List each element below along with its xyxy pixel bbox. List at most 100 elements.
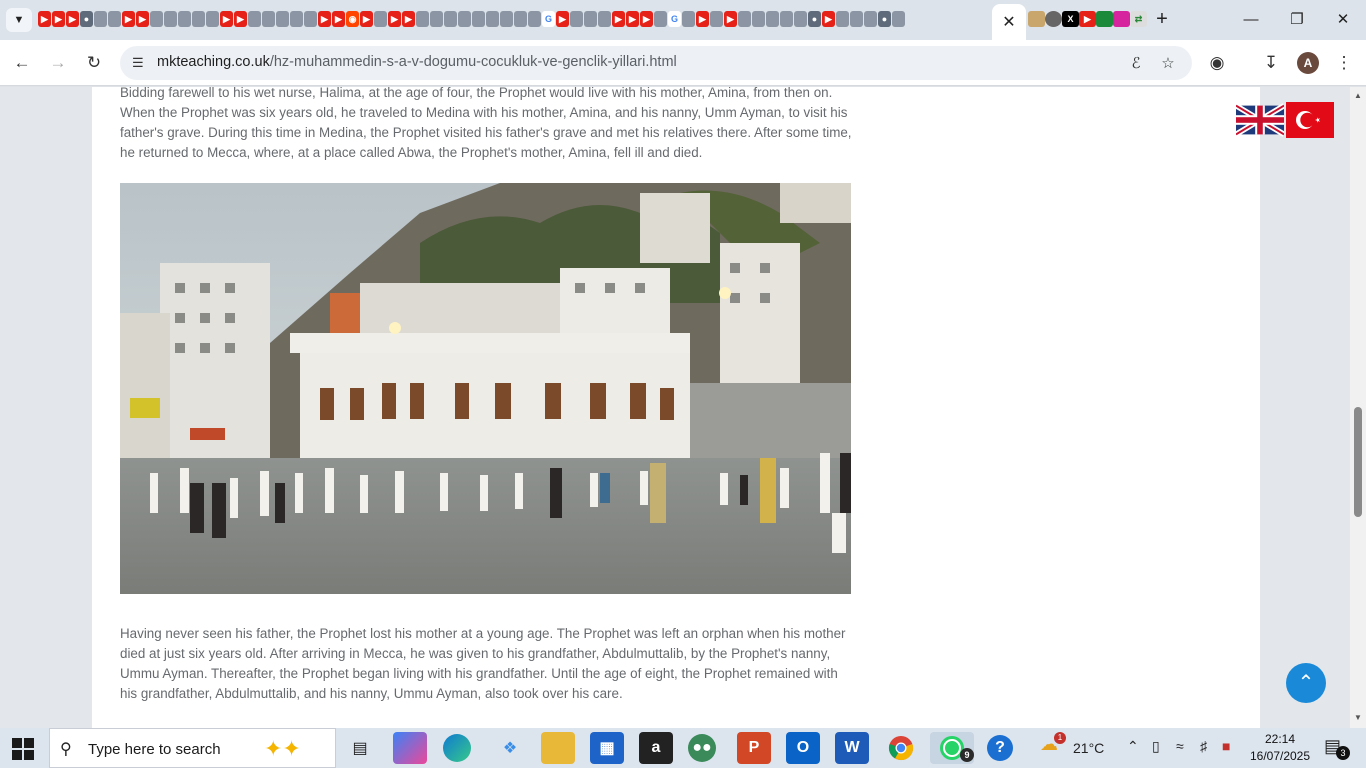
new-tab-button[interactable]: + (1150, 8, 1174, 32)
generic-favicon-icon[interactable] (780, 11, 793, 27)
scroll-to-top-button[interactable]: ⌃ (1286, 663, 1326, 703)
generic-favicon-icon[interactable] (262, 11, 275, 27)
youtube-favicon-icon[interactable]: ▶ (724, 11, 737, 27)
generic-favicon-icon[interactable] (416, 11, 429, 27)
tripadvisor-icon[interactable]: ●● (688, 734, 716, 762)
word-icon[interactable]: W (835, 732, 869, 764)
page-scrollbar[interactable]: ▲ ▼ (1350, 87, 1366, 728)
youtube-favicon-icon[interactable]: ▶ (360, 11, 373, 27)
generic-favicon-icon[interactable] (584, 11, 597, 27)
generic-favicon-icon[interactable] (150, 11, 163, 27)
wifi-icon[interactable]: ≈ (1176, 738, 1184, 754)
site-info-icon[interactable]: ☰ (132, 55, 148, 71)
dropbox-icon[interactable]: ❖ (493, 732, 527, 764)
youtube-favicon-icon[interactable]: ▶ (822, 11, 835, 27)
generic-favicon-icon[interactable] (430, 11, 443, 27)
youtube-favicon-icon[interactable]: ▶ (612, 11, 625, 27)
generic-favicon-icon[interactable] (248, 11, 261, 27)
generic-favicon-icon[interactable] (710, 11, 723, 27)
active-tab[interactable]: ✕ (992, 4, 1026, 40)
amazon-icon[interactable]: a (639, 732, 673, 764)
menu-kebab-icon[interactable]: ⋮ (1332, 51, 1356, 75)
youtube-favicon-icon[interactable]: ▶ (626, 11, 639, 27)
windows-start-icon[interactable] (12, 738, 34, 760)
address-bar[interactable]: ☰ mkteaching.co.uk/hz-muhammedin-s-a-v-d… (120, 46, 1192, 80)
generic-favicon-icon[interactable] (514, 11, 527, 27)
generic-favicon-icon[interactable] (178, 11, 191, 27)
generic-favicon-icon[interactable] (752, 11, 765, 27)
device-icon[interactable]: ▯ (1152, 738, 1160, 755)
generic-favicon-icon[interactable] (500, 11, 513, 27)
generic-favicon-icon[interactable] (472, 11, 485, 27)
reload-icon[interactable]: ↻ (82, 51, 106, 75)
microsoft-store-icon[interactable]: ▦ (590, 732, 624, 764)
youtube-favicon-icon[interactable]: ▶ (66, 11, 79, 27)
youtube-favicon-icon[interactable]: ▶ (52, 11, 65, 27)
system-clock[interactable]: 22:14 16/07/2025 (1245, 731, 1315, 765)
youtube-icon[interactable]: ▶ (1079, 11, 1096, 27)
close-window-button[interactable]: ✕ (1320, 6, 1366, 34)
x-icon[interactable]: X (1062, 11, 1079, 27)
bookmark-star-icon[interactable]: ☆ (1158, 54, 1178, 74)
security-icon[interactable]: ■ (1222, 738, 1230, 754)
youtube-favicon-icon[interactable]: ▶ (556, 11, 569, 27)
powerpoint-icon[interactable]: P (737, 732, 771, 764)
google-favicon-icon[interactable]: G (668, 11, 681, 27)
generic-favicon-icon[interactable] (486, 11, 499, 27)
url-text[interactable]: mkteaching.co.uk/hz-muhammedin-s-a-v-dog… (157, 54, 677, 70)
generic-favicon-icon[interactable] (528, 11, 541, 27)
youtube-favicon-icon[interactable]: ▶ (332, 11, 345, 27)
turkish-flag-icon[interactable] (1286, 102, 1334, 138)
generic-favicon-icon[interactable] (766, 11, 779, 27)
weather-icon[interactable]: ☁ 1 (1040, 732, 1066, 755)
google-favicon-icon[interactable]: G (542, 11, 555, 27)
notifications-icon[interactable]: ▤ 3 (1324, 736, 1350, 760)
generic-favicon-icon[interactable] (164, 11, 177, 27)
tab-favicon[interactable]: ⇄ (1130, 11, 1147, 27)
tab-favicon[interactable] (1045, 11, 1062, 27)
generic-favicon-icon[interactable] (458, 11, 471, 27)
temperature-text[interactable]: 21°C (1073, 740, 1104, 756)
youtube-favicon-icon[interactable]: ▶ (640, 11, 653, 27)
tab-favicon[interactable] (1096, 11, 1113, 27)
tab-favicon[interactable] (1028, 11, 1045, 27)
minimize-button[interactable]: — (1228, 6, 1274, 34)
copilot-icon[interactable] (393, 732, 427, 764)
generic-favicon-icon[interactable] (864, 11, 877, 27)
generic-favicon-icon[interactable] (598, 11, 611, 27)
youtube-favicon-icon[interactable]: ▶ (136, 11, 149, 27)
forward-arrow-icon[interactable]: → (46, 51, 70, 75)
youtube-favicon-icon[interactable]: ▶ (122, 11, 135, 27)
file-explorer-icon[interactable] (541, 732, 575, 764)
generic-favicon-icon[interactable] (850, 11, 863, 27)
task-view-icon[interactable]: ▤ (343, 732, 377, 764)
generic-favicon-icon[interactable] (444, 11, 457, 27)
youtube-favicon-icon[interactable]: ▶ (318, 11, 331, 27)
taskbar-search-box[interactable]: ⚲ Type here to search ✦✦ (49, 728, 336, 768)
youtube-favicon-icon[interactable]: ▶ (388, 11, 401, 27)
globe-favicon-icon[interactable]: ● (80, 11, 93, 27)
generic-favicon-icon[interactable] (892, 11, 905, 27)
tab-search-button[interactable]: ▼ (6, 8, 32, 32)
help-icon[interactable]: ? (987, 735, 1013, 761)
instagram-icon[interactable] (1113, 11, 1130, 27)
globe-favicon-icon[interactable]: ● (878, 11, 891, 27)
generic-favicon-icon[interactable] (206, 11, 219, 27)
reddit-favicon-icon[interactable]: ◉ (346, 11, 359, 27)
generic-favicon-icon[interactable] (654, 11, 667, 27)
back-arrow-icon[interactable]: ← (10, 51, 34, 75)
youtube-favicon-icon[interactable]: ▶ (38, 11, 51, 27)
globe-favicon-icon[interactable]: ● (808, 11, 821, 27)
scroll-down-arrow-icon[interactable]: ▼ (1353, 713, 1363, 723)
restore-button[interactable]: ❐ (1274, 6, 1320, 34)
generic-favicon-icon[interactable] (374, 11, 387, 27)
generic-favicon-icon[interactable] (570, 11, 583, 27)
generic-favicon-icon[interactable] (738, 11, 751, 27)
show-hidden-icons-chevron-icon[interactable]: ⌃ (1127, 738, 1139, 755)
edge-icon[interactable] (443, 734, 471, 762)
outlook-icon[interactable]: O (786, 732, 820, 764)
generic-favicon-icon[interactable] (794, 11, 807, 27)
download-icon[interactable]: ↧ (1259, 51, 1283, 75)
generic-favicon-icon[interactable] (94, 11, 107, 27)
youtube-favicon-icon[interactable]: ▶ (234, 11, 247, 27)
